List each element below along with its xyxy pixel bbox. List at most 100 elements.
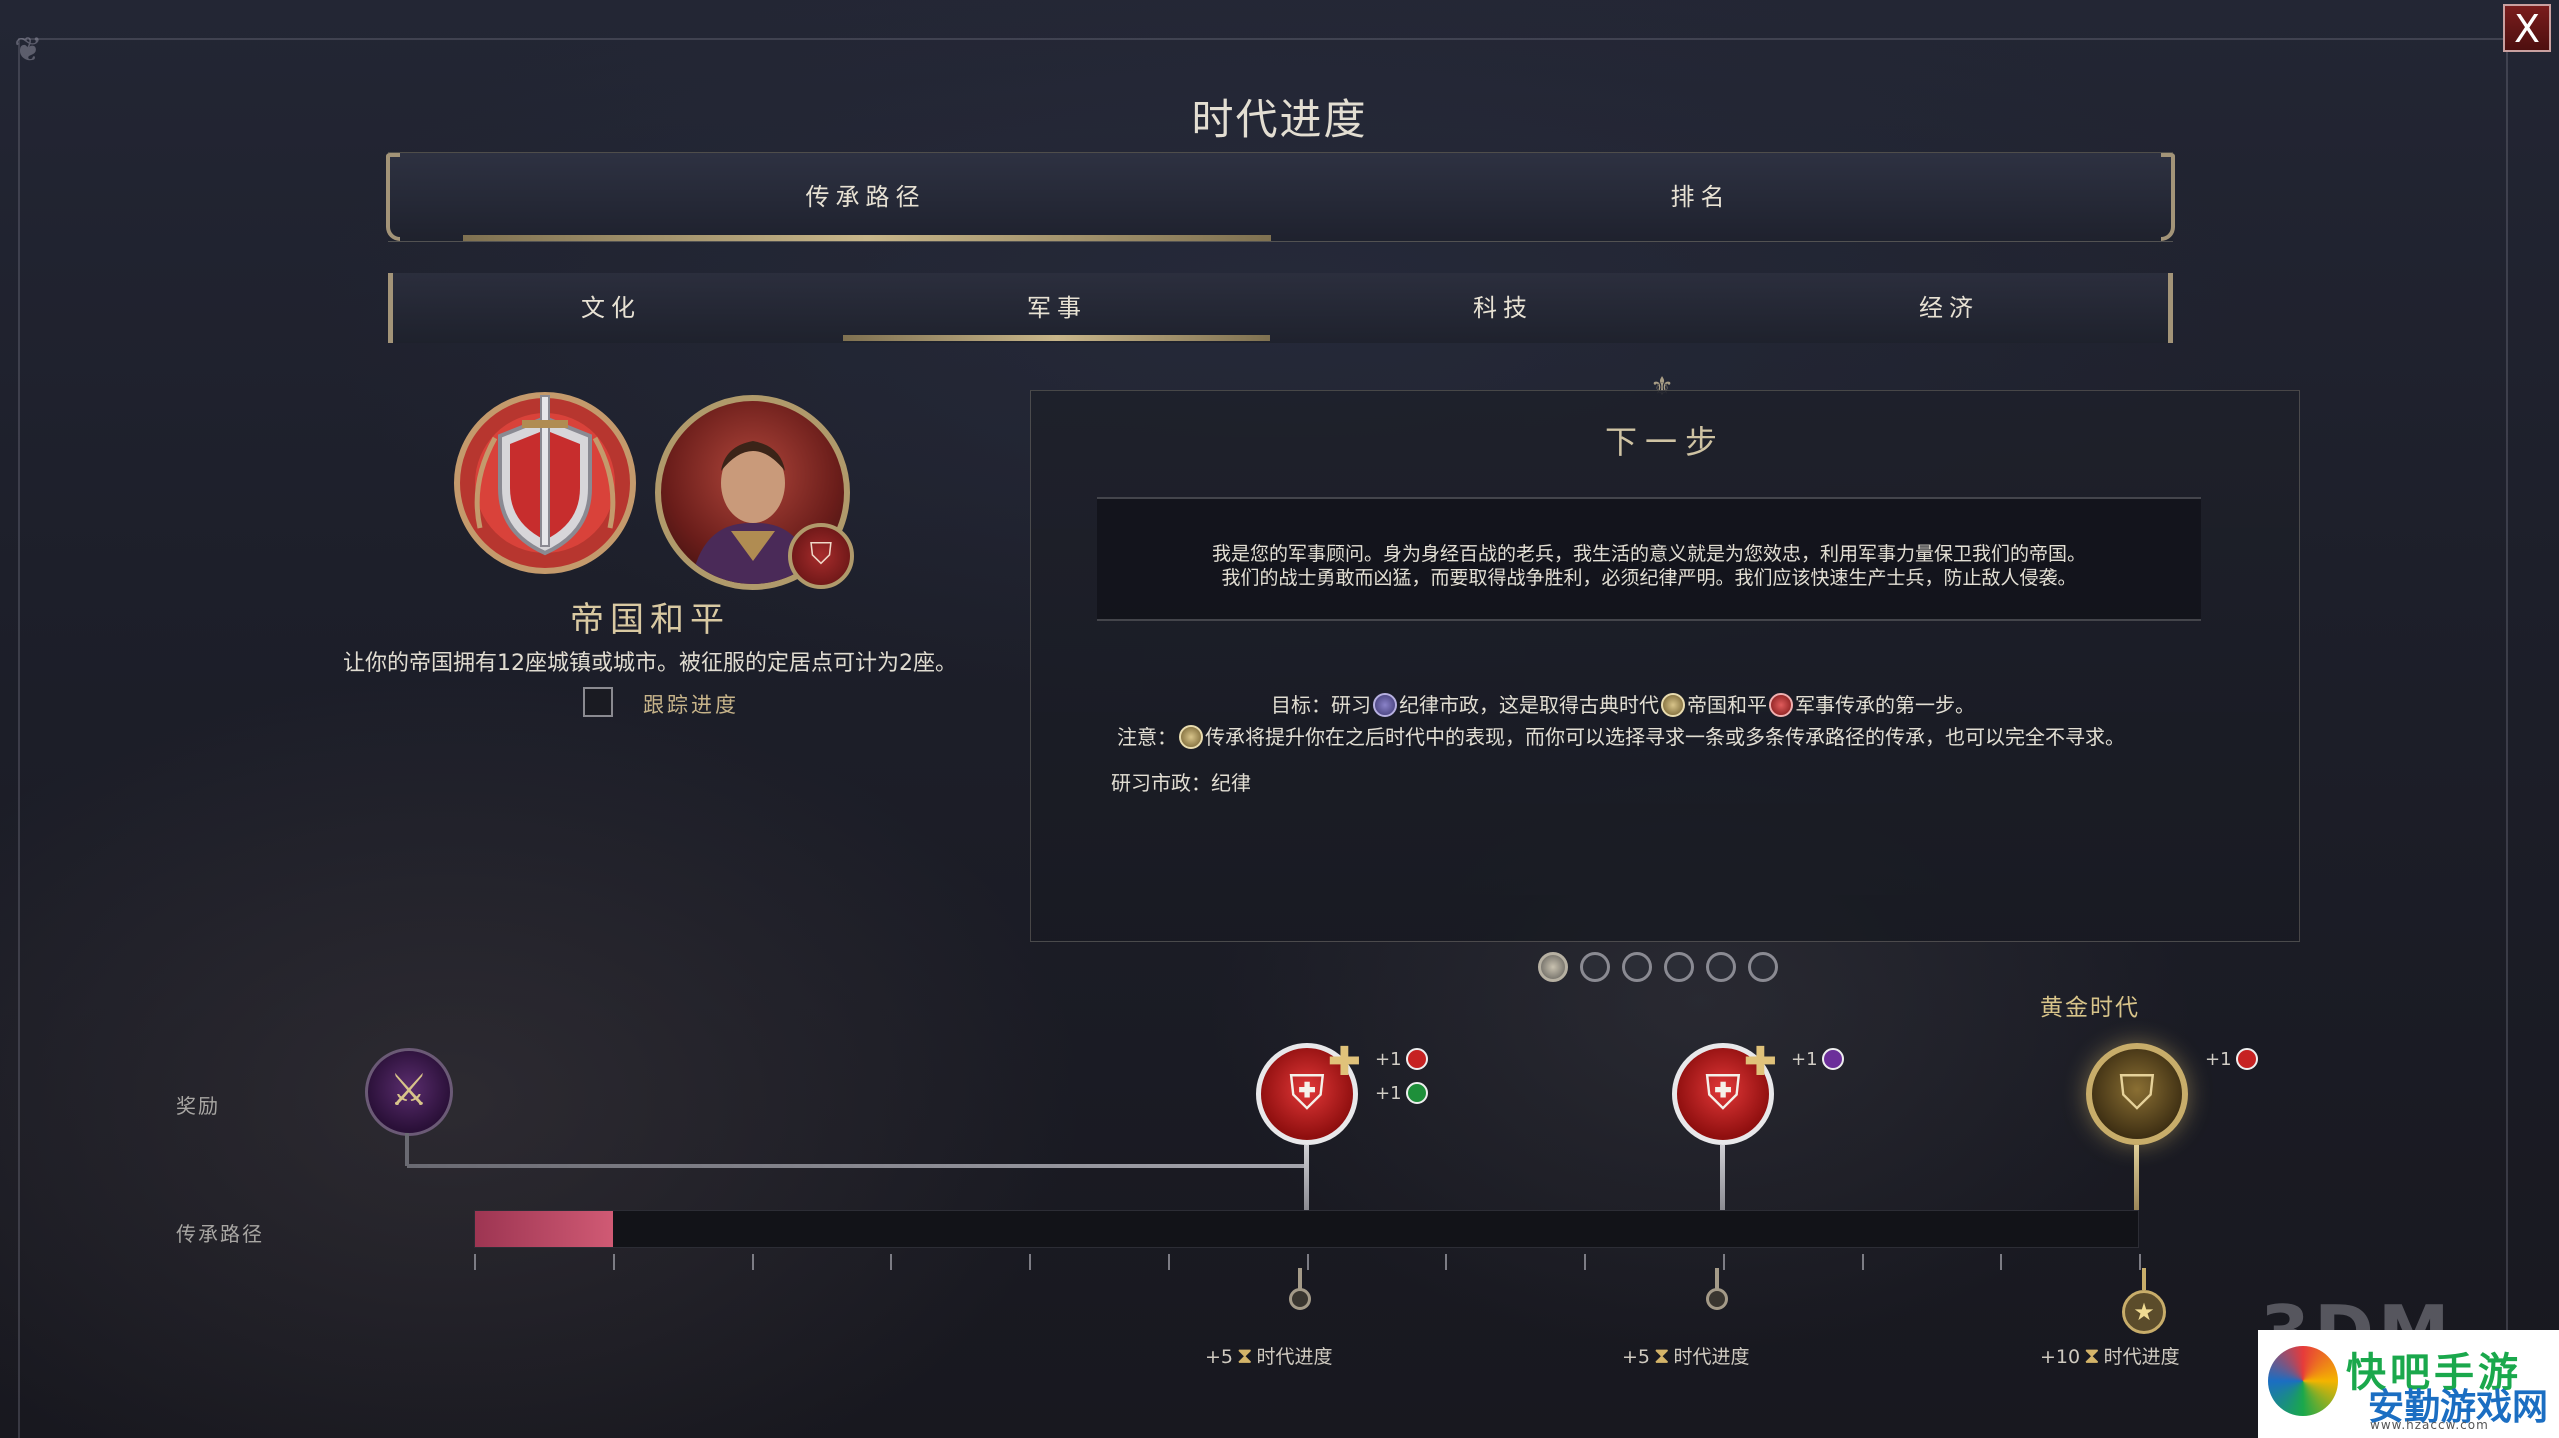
note-prefix: 注意： — [1117, 725, 1177, 749]
golden-stem — [2134, 1145, 2139, 1210]
progress-tick — [1445, 1254, 1448, 1270]
goal-line: 目标：研习 纪律市政，这是取得古典时代 帝国和平 军事传承的第一步。 — [1271, 689, 1975, 718]
era-reward-1: +5 ⧗ 时代进度 — [1205, 1342, 1332, 1369]
reward-connector-vertical — [405, 1133, 409, 1166]
civic-icon — [1373, 693, 1397, 717]
progress-tick — [890, 1254, 893, 1270]
track-progress-label[interactable]: 跟踪进度 — [643, 689, 739, 719]
note-text: 传承将提升你在之后时代中的表现，而你可以选择寻求一条或多条传承路径的传承，也可以… — [1205, 725, 2125, 749]
page-dot-3[interactable] — [1622, 952, 1652, 982]
era-reward-amount: +10 — [2040, 1346, 2081, 1368]
progress-tick — [1861, 1254, 1864, 1270]
goal-prefix: 目标：研习 — [1271, 693, 1371, 717]
plus-icon: ✚ — [1327, 1039, 1361, 1085]
frame-ornament-icon: ❦ — [14, 30, 43, 70]
era-reward-amount: +5 — [1622, 1346, 1651, 1368]
tab-bracket-right — [2161, 153, 2175, 241]
military-legacy-icon — [1769, 693, 1793, 717]
advisor-quote-line-1: 我是您的军事顾问。身为身经百战的老兵，我生活的意义就是为您效忠，利用军事力量保卫… — [1211, 543, 2086, 565]
tab-science[interactable]: 科技 — [1280, 273, 1726, 343]
legacy-progress-bar — [474, 1210, 2139, 1248]
goal-suffix: 军事传承的第一步。 — [1795, 693, 1975, 717]
legacy-progress-fill — [475, 1211, 614, 1247]
goal-legacy-link[interactable]: 帝国和平 — [1687, 693, 1767, 717]
golden-star-icon: ★ — [2122, 1290, 2166, 1334]
progress-tick — [1167, 1254, 1170, 1270]
track-progress-checkbox[interactable] — [583, 687, 613, 717]
milestone-1-bonus-red: +1 — [1375, 1048, 1428, 1070]
tab-bracket-left — [386, 153, 400, 241]
tab-ranking[interactable]: 排名 — [1283, 153, 2118, 241]
progress-tick — [2139, 1254, 2141, 1270]
tab-legacy-path[interactable]: 传承路径 — [448, 153, 1283, 241]
crossed-swords-icon[interactable]: ⚔ — [365, 1048, 453, 1136]
hourglass-icon: ⧗ — [1654, 1344, 1670, 1369]
study-civic-line: 研习市政：纪律 — [1111, 771, 1251, 795]
page-dot-1[interactable] — [1538, 952, 1568, 982]
site-url: www.hzaccw.com — [2370, 1418, 2489, 1432]
milestone-1-soldier-head-icon[interactable]: ⛨ ✚ — [1256, 1039, 1361, 1145]
influence-yield-icon — [1821, 1048, 1844, 1070]
tab-culture[interactable]: 文化 — [388, 273, 834, 343]
era-marker-1 — [1289, 1288, 1311, 1310]
bonus-amount: +1 — [1375, 1049, 1402, 1070]
progress-tick — [1584, 1254, 1586, 1270]
milestone-2-bonus-purple: +1 — [1791, 1048, 1844, 1070]
legacy-name: 帝国和平 — [570, 600, 730, 640]
site-logo-icon — [2268, 1346, 2338, 1416]
advisor-quote-box: 我是您的军事顾问。身为身经百战的老兵，我生活的意义就是为您效忠，利用军事力量保卫… — [1097, 497, 2201, 621]
page-dot-2[interactable] — [1580, 952, 1610, 982]
active-tab-indicator — [463, 235, 1271, 241]
site-watermark: 快吧手游 安勤游戏网 www.hzaccw.com — [2258, 1330, 2559, 1438]
era-reward-label: 时代进度 — [1673, 1346, 1750, 1368]
milestone-1-stem — [1304, 1145, 1309, 1210]
hourglass-icon: ⧗ — [2084, 1344, 2100, 1369]
reward-connector-horizontal — [407, 1164, 1305, 1168]
note-line: 注意： 传承将提升你在之后时代中的表现，而你可以选择寻求一条或多条传承路径的传承，… — [1117, 721, 2125, 750]
goal-civic-link[interactable]: 纪律市政 — [1399, 693, 1479, 717]
progress-tick — [751, 1254, 754, 1270]
tab-military[interactable]: 军事 — [834, 273, 1280, 343]
milestone-2-soldier-head-icon[interactable]: ⛨ ✚ — [1672, 1039, 1777, 1145]
production-yield-icon — [1405, 1082, 1428, 1104]
era-reward-label: 时代进度 — [1256, 1346, 1333, 1368]
progress-tick — [612, 1254, 615, 1270]
plus-icon: ✚ — [1743, 1039, 1777, 1085]
bonus-amount: +1 — [2205, 1049, 2232, 1070]
golden-age-label: 黄金时代 — [2040, 995, 2140, 1021]
primary-tab-bar: 传承路径 排名 — [386, 152, 2175, 242]
legacy-description: 让你的帝国拥有12座城镇或城市。被征服的定居点可计为2座。 — [343, 651, 957, 676]
military-yield-icon — [2235, 1048, 2258, 1070]
milestone-1-bonus-green: +1 — [1375, 1082, 1428, 1104]
page-dot-4[interactable] — [1664, 952, 1694, 982]
era-reward-2: +5 ⧗ 时代进度 — [1622, 1342, 1749, 1369]
legacy-gold-icon — [1661, 693, 1685, 717]
goal-mid: ，这是取得古典时代 — [1479, 693, 1659, 717]
progress-tick — [1306, 1254, 1309, 1270]
close-button[interactable]: X — [2503, 4, 2551, 52]
military-yield-icon — [1405, 1048, 1428, 1070]
milestone-3-bonus-red: +1 — [2205, 1048, 2258, 1070]
progress-tick — [1029, 1254, 1031, 1270]
progress-tick — [474, 1254, 476, 1270]
milestone-2-stem — [1720, 1145, 1725, 1210]
advisor-quote-line-2: 我们的战士勇敢而凶猛，而要取得战争胜利，必须纪律严明。我们应该快速生产士兵，防止… — [1221, 567, 2077, 589]
progress-tick — [1722, 1254, 1725, 1270]
era-marker-2 — [1706, 1288, 1728, 1310]
military-legacy-shield-icon — [454, 392, 636, 574]
legacy-gold-icon — [1179, 725, 1203, 749]
next-step-panel: 下一步 我是您的军事顾问。身为身经百战的老兵，我生活的意义就是为您效忠，利用军事… — [1030, 390, 2300, 942]
golden-shield-icon[interactable]: ⛉ — [2086, 1043, 2188, 1145]
page-title: 时代进度 — [1191, 95, 1368, 144]
active-category-indicator — [843, 335, 1270, 341]
legacy-path-row-label: 传承路径 — [176, 1222, 264, 1246]
page-dot-6[interactable] — [1748, 952, 1778, 982]
era-reward-3: +10 ⧗ 时代进度 — [2040, 1342, 2180, 1369]
page-dot-5[interactable] — [1706, 952, 1736, 982]
bonus-amount: +1 — [1791, 1049, 1818, 1070]
bonus-amount: +1 — [1375, 1083, 1402, 1104]
military-badge-icon: ⛉ — [788, 523, 854, 589]
tab-economy[interactable]: 经济 — [1726, 273, 2172, 343]
hourglass-icon: ⧗ — [1237, 1344, 1253, 1369]
category-tab-bar: 文化 军事 科技 经济 — [388, 273, 2173, 343]
